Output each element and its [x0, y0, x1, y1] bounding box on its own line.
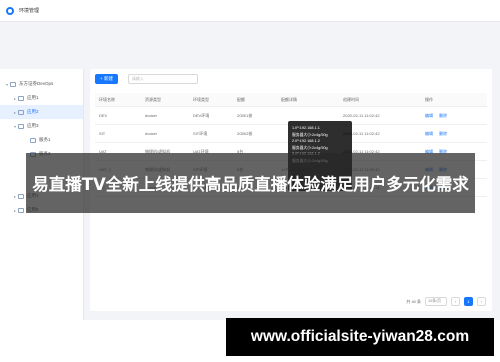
- table-header: 环境名称 资源类型 环境类型 配额 配额详情 创建时间 操作: [95, 93, 487, 107]
- promo-banner-overlay: 易直播TV全新上线提供高品质直播体验满足用户多元化需求: [26, 153, 475, 213]
- pagination: 共 40 条 10条/页 ‹ 1 ›: [406, 297, 486, 306]
- folder-icon: [18, 207, 24, 213]
- search-input[interactable]: 请输入: [127, 74, 198, 84]
- delete-link[interactable]: 删除: [439, 131, 447, 136]
- edit-link[interactable]: 编辑: [425, 131, 433, 136]
- cell: 2GB/1核: [237, 112, 253, 118]
- cell: 2GB/2核: [237, 130, 253, 136]
- tree-item-label: 应用3: [27, 123, 39, 128]
- cell: SIT环境: [193, 130, 208, 136]
- page-size-select[interactable]: 10条/页: [425, 297, 447, 306]
- url-watermark: www.officialsite-yiwan28.com: [226, 318, 494, 356]
- folder-icon: [18, 193, 24, 199]
- tree-item-label: 应用1: [27, 95, 39, 100]
- cell: DEV环境: [193, 112, 210, 118]
- tree-item-root[interactable]: ▾ 东方证券DevOps: [0, 77, 83, 91]
- tree-item-app1[interactable]: ▸ 应用1: [0, 91, 83, 105]
- cell: docker: [145, 113, 158, 118]
- actions-cell: 编辑 删除: [425, 113, 487, 119]
- banner-text: 易直播TV全新上线提供高品质直播体验满足用户多元化需求: [32, 175, 469, 194]
- top-bar: 环境管理: [0, 0, 500, 22]
- tree-item-service1[interactable]: 服务1: [0, 133, 83, 147]
- cell: 2020-02-11 11:02:42: [343, 113, 380, 118]
- tree-item-label: 服务1: [39, 137, 51, 142]
- tree-item-label: 应用2: [27, 109, 39, 114]
- header-cell: 配额详情: [281, 96, 297, 102]
- cell: SIT: [99, 131, 106, 136]
- edit-link[interactable]: 编辑: [425, 113, 433, 118]
- pagination-total: 共 40 条: [406, 298, 421, 304]
- header-cell: 资源类型: [145, 96, 161, 102]
- cell: docker: [145, 131, 158, 136]
- toolbar: + 新建 请输入: [90, 69, 492, 89]
- app-logo-icon: [6, 6, 14, 15]
- folder-icon: [10, 81, 16, 87]
- actions-cell: 编辑 删除: [425, 131, 487, 137]
- page-number-button[interactable]: 1: [464, 297, 473, 306]
- watermark-url-text: www.officialsite-yiwan28.com: [250, 328, 470, 345]
- app-title: 环境管理: [19, 8, 40, 14]
- folder-icon: [18, 95, 24, 101]
- folder-icon: [18, 109, 24, 115]
- tree-item-label: 东方证券DevOps: [19, 81, 54, 86]
- header-cell: 环境名称: [99, 96, 115, 102]
- new-button[interactable]: + 新建: [95, 74, 118, 84]
- service-icon: [30, 137, 36, 143]
- prev-page-button[interactable]: ‹: [451, 297, 460, 306]
- cell: DEV: [99, 113, 108, 118]
- tree-item-app3[interactable]: ▾ 应用3: [0, 119, 83, 133]
- cell: 2020-02-11 11:02:42: [343, 131, 380, 136]
- next-page-button[interactable]: ›: [477, 297, 486, 306]
- header-cell: 创建时间: [343, 96, 359, 102]
- header-cell: 环境类型: [193, 96, 209, 102]
- header-cell: 操作: [425, 96, 433, 102]
- header-cell: 配额: [237, 96, 245, 102]
- tree-item-app2[interactable]: ▸ 应用2: [0, 105, 83, 119]
- delete-link[interactable]: 删除: [439, 113, 447, 118]
- folder-icon: [18, 123, 24, 129]
